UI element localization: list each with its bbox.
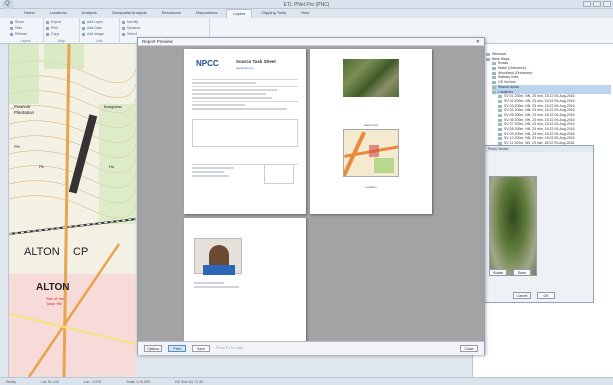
- ribbon-item[interactable]: Copy: [46, 32, 77, 38]
- report-box: [264, 164, 294, 184]
- location-map: [343, 129, 399, 177]
- map-label: PH: [14, 144, 20, 149]
- save-button[interactable]: Save: [513, 269, 531, 276]
- minimize-icon[interactable]: [583, 1, 591, 7]
- status-grid: OS Grid SU 71 39: [174, 380, 203, 384]
- left-toolstrip[interactable]: [0, 44, 9, 377]
- map-label: Bungalow: [104, 104, 122, 109]
- report-subheading: Aerial Survey: [236, 66, 254, 70]
- ribbon-group-map: Export Print Copy Map: [44, 18, 80, 44]
- status-lon: Lon: -0.976: [83, 380, 102, 384]
- tab-analysis[interactable]: Analysis: [76, 9, 103, 18]
- close-icon[interactable]: [603, 1, 611, 7]
- ribbon-group-layers: Show Hide Refresh Layers: [8, 18, 44, 44]
- report-box: [192, 119, 298, 147]
- npcc-logo: NPCC: [196, 59, 219, 68]
- status-lat: Lat: 51.149: [41, 380, 59, 384]
- tab-dispositions[interactable]: Dispositions: [190, 9, 224, 18]
- report-page: [184, 218, 306, 341]
- report-page: Aerial view Location: [310, 49, 432, 214]
- map-label: Ho: [109, 164, 115, 169]
- save-button[interactable]: Save: [192, 345, 210, 352]
- map-label: ALTON: [24, 246, 60, 258]
- os-map[interactable]: ALTON CP ALTON Site of the Town Hill Pou…: [9, 44, 136, 377]
- report-preview-window: Report Preview ✕ NPCC Source Task Sheet …: [137, 37, 485, 355]
- title-bar: Q ETL PNet Pro (PNC): [0, 0, 613, 9]
- person-photo: [194, 238, 242, 275]
- ribbon-group-label: Map: [58, 39, 65, 43]
- cancel-button[interactable]: Cancel: [513, 292, 531, 299]
- preview-title: Report Preview: [142, 39, 173, 44]
- print-button[interactable]: Print: [168, 345, 186, 352]
- ribbon-item[interactable]: Refresh: [10, 32, 41, 38]
- aerial-caption: Aerial view: [363, 123, 379, 127]
- help-hint: Press F1 for Help: [216, 346, 244, 350]
- map-label: Plantation: [14, 110, 35, 115]
- map-label: ALTON: [36, 282, 70, 293]
- ribbon-item[interactable]: Add Image: [82, 32, 117, 38]
- window-title: ETL PNet Pro (PNC): [283, 2, 330, 8]
- close-icon[interactable]: ✕: [476, 39, 480, 45]
- tab-layers[interactable]: Layers: [226, 9, 253, 18]
- map-label: Pk: [39, 164, 44, 169]
- ribbon-group-label: Add: [96, 39, 103, 43]
- options-button[interactable]: Options: [144, 345, 162, 352]
- photo-viewer-dialog: Photo Viewer Rotate Save Cancel OK: [484, 145, 594, 303]
- map-label: CP: [73, 246, 89, 258]
- report-heading: Source Task Sheet: [236, 59, 276, 64]
- report-table: [192, 79, 298, 112]
- tab-help[interactable]: Help: [295, 9, 315, 18]
- status-bar: Ready Lat: 51.149 Lon: -0.976 Scale 1:10…: [0, 377, 613, 385]
- preview-title-bar: Report Preview ✕: [138, 38, 484, 46]
- map-label: Pouncie: [14, 104, 31, 109]
- aerial-photo: [489, 176, 537, 276]
- tab-geospatial[interactable]: Geospatial Analysis: [106, 9, 153, 18]
- maximize-icon[interactable]: [593, 1, 601, 7]
- window-controls: [583, 1, 611, 7]
- report-page: NPCC Source Task Sheet Aerial Survey: [184, 49, 306, 214]
- ribbon-group-add: Add Layer Add Data Add Image Add: [80, 18, 120, 44]
- close-button[interactable]: Close: [460, 345, 478, 352]
- status-scale: Scale 1:10,000: [126, 380, 150, 384]
- preview-toolbar: Options Print Save Press F1 for Help Clo…: [138, 341, 484, 355]
- ribbon-tabs: Home Locations Analysis Geospatial Analy…: [0, 9, 613, 18]
- dialog-title: Photo Viewer: [485, 146, 593, 152]
- status-text: Ready: [6, 380, 17, 384]
- ok-button[interactable]: OK: [537, 292, 555, 299]
- tab-resources[interactable]: Resources: [156, 9, 187, 18]
- map-caption: Location: [365, 185, 377, 189]
- tab-locations[interactable]: Locations: [44, 9, 73, 18]
- map-contours: [9, 44, 136, 377]
- ribbon-group-label: Layers: [20, 39, 31, 43]
- map-label: Town Hill: [46, 301, 63, 306]
- photo-caption: [194, 280, 244, 290]
- page-area[interactable]: NPCC Source Task Sheet Aerial Survey Aer…: [138, 46, 484, 341]
- rotate-button[interactable]: Rotate: [489, 269, 507, 276]
- tab-clipping-tools[interactable]: Clipping Tools: [255, 9, 292, 18]
- tab-home[interactable]: Home: [18, 9, 41, 18]
- aerial-photo: [343, 59, 399, 97]
